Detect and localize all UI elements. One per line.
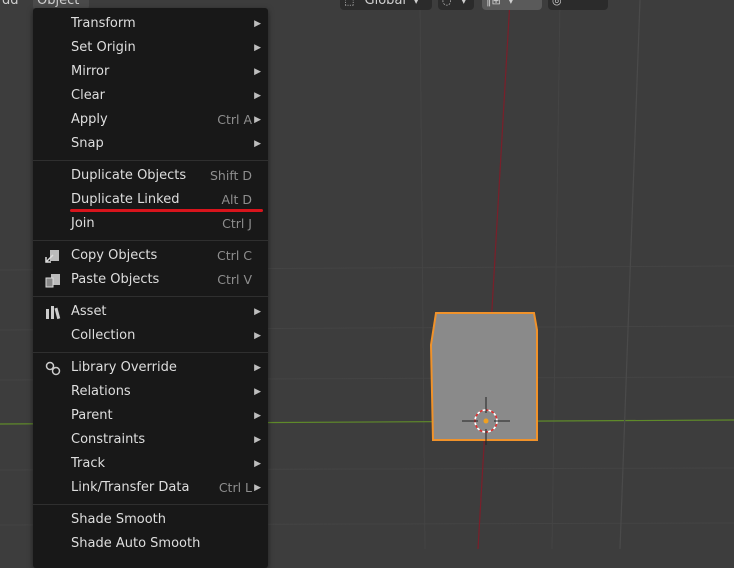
menu-separator xyxy=(33,160,268,161)
orientation-icon: ⬚ xyxy=(344,0,355,7)
menu-item-shortcut: Ctrl L xyxy=(218,480,252,495)
menu-item-label: Join xyxy=(71,216,95,231)
menu-item-mirror[interactable]: Mirror ▶ xyxy=(33,60,268,84)
submenu-arrow-icon: ▶ xyxy=(254,19,261,29)
menu-item-label: Snap xyxy=(71,136,104,151)
menu-item-relations[interactable]: Relations ▶ xyxy=(33,380,268,404)
menu-item-label: Relations xyxy=(71,384,131,399)
menu-item-label: Duplicate Objects xyxy=(71,168,187,183)
menu-item-duplicate-objects[interactable]: Duplicate Objects Shift D xyxy=(33,164,268,188)
submenu-arrow-icon: ▶ xyxy=(254,435,261,445)
menu-item-label: Apply xyxy=(71,112,108,127)
menu-separator xyxy=(33,240,268,241)
x-axis-line xyxy=(477,0,511,549)
menu-add-label: dd xyxy=(2,0,19,8)
menu-item-join[interactable]: Join Ctrl J xyxy=(33,212,268,236)
menu-item-label: Asset xyxy=(71,304,107,319)
menu-item-label: Library Override xyxy=(71,360,177,375)
menu-item-label: Mirror xyxy=(71,64,110,79)
menu-separator xyxy=(33,352,268,353)
submenu-arrow-icon: ▶ xyxy=(254,67,261,77)
menu-item-shortcut: Ctrl V xyxy=(217,272,252,287)
annotation-underline xyxy=(70,209,263,212)
menu-item-label: Link/Transfer Data xyxy=(71,480,190,495)
proportional-edit-icon: ◎ ⌒ xyxy=(552,0,577,7)
menu-separator xyxy=(33,296,268,297)
menu-item-collection[interactable]: Collection ▶ xyxy=(33,324,268,348)
menu-item-shortcut: Ctrl A xyxy=(217,112,252,127)
menu-object-label: Object xyxy=(37,0,80,8)
proportional-edit-toggle[interactable]: ◎ ⌒ xyxy=(548,0,608,10)
snap-icon: ∥⊞ xyxy=(486,0,501,7)
menu-item-track[interactable]: Track ▶ xyxy=(33,452,268,476)
grid-line-right xyxy=(619,0,641,549)
menu-item-paste-objects[interactable]: Paste Objects Ctrl V xyxy=(33,268,268,292)
menu-item-label: Shade Auto Smooth xyxy=(71,536,201,551)
submenu-arrow-icon: ▶ xyxy=(254,459,261,469)
menu-item-clear[interactable]: Clear ▶ xyxy=(33,84,268,108)
chevron-down-icon: ▾ xyxy=(461,0,466,6)
submenu-arrow-icon: ▶ xyxy=(254,139,261,149)
orientation-value: Global xyxy=(364,0,407,8)
menu-item-link-transfer-data[interactable]: Link/Transfer Data Ctrl L ▶ xyxy=(33,476,268,500)
menu-item-label: Track xyxy=(71,456,106,471)
menu-item-shortcut: Shift D xyxy=(209,168,252,183)
menu-item-label: Collection xyxy=(71,328,136,343)
asset-icon xyxy=(44,304,62,320)
transform-orientation-dropdown[interactable]: ⬚ Global ▾ xyxy=(340,0,432,10)
submenu-arrow-icon: ▶ xyxy=(254,115,261,125)
menu-item-snap[interactable]: Snap ▶ xyxy=(33,132,268,156)
library-override-icon xyxy=(44,360,62,376)
menu-item-shade-smooth[interactable]: Shade Smooth xyxy=(33,508,268,532)
menu-item-label: Copy Objects xyxy=(71,248,158,263)
menu-item-constraints[interactable]: Constraints ▶ xyxy=(33,428,268,452)
menu-item-label: Transform xyxy=(71,16,136,31)
menu-item-shortcut: Ctrl C xyxy=(217,248,252,263)
menu-item-label: Paste Objects xyxy=(71,272,160,287)
menu-item-shortcut: Ctrl J xyxy=(222,216,252,231)
menu-separator xyxy=(33,504,268,505)
menu-item-transform[interactable]: Transform ▶ xyxy=(33,12,268,36)
submenu-arrow-icon: ▶ xyxy=(254,411,261,421)
paste-icon xyxy=(44,272,62,288)
menu-item-label: Set Origin xyxy=(71,40,136,55)
snap-toggle[interactable]: ∥⊞ ▾ xyxy=(482,0,542,10)
copy-icon xyxy=(44,248,62,264)
pivot-icon: ◌ xyxy=(442,0,452,7)
submenu-arrow-icon: ▶ xyxy=(254,91,261,101)
submenu-arrow-icon: ▶ xyxy=(254,331,261,341)
chevron-down-icon: ▾ xyxy=(414,0,419,6)
pivot-point-dropdown[interactable]: ◌ ▾ xyxy=(438,0,474,10)
menu-item-asset[interactable]: Asset ▶ xyxy=(33,300,268,324)
submenu-arrow-icon: ▶ xyxy=(254,307,261,317)
menu-item-label: Clear xyxy=(71,88,105,103)
submenu-arrow-icon: ▶ xyxy=(254,483,261,493)
menu-item-apply[interactable]: Apply Ctrl A ▶ xyxy=(33,108,268,132)
menu-add[interactable]: dd xyxy=(0,0,28,10)
menu-item-shade-auto-smooth[interactable]: Shade Auto Smooth xyxy=(33,532,268,556)
object-menu: Transform ▶ Set Origin ▶ Mirror ▶ Clear … xyxy=(33,8,268,568)
menu-item-label: Shade Smooth xyxy=(71,512,166,527)
submenu-arrow-icon: ▶ xyxy=(254,363,261,373)
menu-item-copy-objects[interactable]: Copy Objects Ctrl C xyxy=(33,244,268,268)
submenu-arrow-icon: ▶ xyxy=(254,43,261,53)
menu-item-parent[interactable]: Parent ▶ xyxy=(33,404,268,428)
menu-item-label: Parent xyxy=(71,408,113,423)
submenu-arrow-icon: ▶ xyxy=(254,387,261,397)
menu-item-label: Constraints xyxy=(71,432,146,447)
chevron-down-icon: ▾ xyxy=(508,0,513,6)
menu-item-set-origin[interactable]: Set Origin ▶ xyxy=(33,36,268,60)
menu-item-library-override[interactable]: Library Override ▶ xyxy=(33,356,268,380)
